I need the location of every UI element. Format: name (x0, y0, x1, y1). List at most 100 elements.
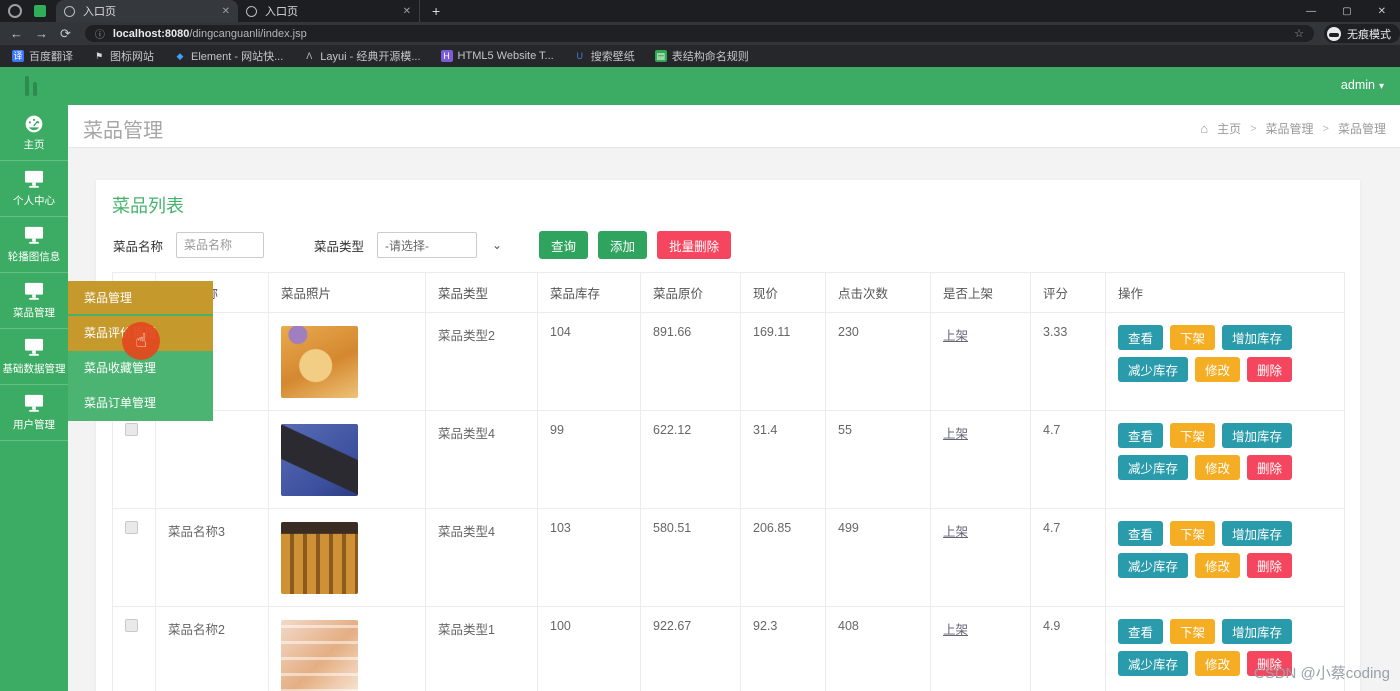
browser-tab[interactable]: 入口页 ✕ (238, 0, 420, 22)
status-link[interactable]: 上架 (943, 427, 968, 441)
dish-now-price-cell: 92.3 (740, 606, 826, 691)
action-view-button[interactable]: 查看 (1118, 619, 1164, 644)
sidebar-item-dish[interactable]: 菜品管理 (0, 273, 68, 329)
action-reduce-stock-button[interactable]: 减少库存 (1118, 651, 1189, 676)
bookmark-item-layui[interactable]: Λ Layui - 经典开源模... (303, 48, 420, 64)
dashboard-icon (22, 114, 46, 134)
browser-toolbar: ← → ⟳ ⓘ localhost:8080 /dingcanguanli/in… (0, 22, 1400, 45)
row-checkbox[interactable] (125, 619, 138, 632)
action-edit-button[interactable]: 修改 (1195, 553, 1241, 578)
action-delete-button[interactable]: 删除 (1247, 553, 1293, 578)
submenu-item-dish-order[interactable]: 菜品订单管理 (68, 386, 213, 421)
bookmark-item-icon-site[interactable]: ⚑ 图标网站 (93, 48, 154, 64)
action-edit-button[interactable]: 修改 (1195, 455, 1241, 480)
table-row: 菜品类型4 99 622.12 31.4 55 上架 4.7 查看 下架 增加库存 减少库存 修改 删除 (112, 410, 1345, 509)
row-checkbox[interactable] (125, 423, 138, 436)
dish-photo (281, 620, 358, 691)
bookmark-item-html5-template[interactable]: H HTML5 Website T... (440, 50, 554, 62)
add-button[interactable]: 添加 (598, 231, 648, 259)
bookmark-star-icon[interactable]: ☆ (1294, 27, 1304, 40)
dish-photo-cell (268, 606, 426, 691)
action-reduce-stock-button[interactable]: 减少库存 (1118, 553, 1189, 578)
incognito-icon (1327, 26, 1341, 41)
action-delete-button[interactable]: 删除 (1247, 357, 1293, 382)
action-reduce-stock-button[interactable]: 减少库存 (1118, 357, 1189, 382)
maximize-icon[interactable]: ▢ (1342, 6, 1351, 17)
action-add-stock-button[interactable]: 增加库存 (1222, 325, 1293, 350)
sidebar-item-label: 主页 (23, 138, 45, 151)
monitor-icon (22, 338, 46, 358)
bookmark-label: Layui - 经典开源模... (320, 51, 421, 63)
new-tab-button[interactable]: + (432, 3, 440, 19)
action-edit-button[interactable]: 修改 (1195, 651, 1241, 676)
sidebar-item-user[interactable]: 用户管理 (0, 385, 68, 441)
action-view-button[interactable]: 查看 (1118, 423, 1164, 448)
table-row: 菜品类型2 104 891.66 169.11 230 上架 3.33 查看 下架 增加库存 减少库… (112, 312, 1348, 411)
pinned-extension-icon[interactable] (34, 5, 46, 17)
tab-close-icon[interactable]: ✕ (222, 6, 230, 17)
action-view-button[interactable]: 查看 (1118, 521, 1164, 546)
sidebar-item-profile[interactable]: 个人中心 (0, 161, 68, 217)
table-header-cell: 菜品照片 (268, 272, 426, 313)
dish-type-cell: 菜品类型4 (425, 508, 538, 607)
dish-price-cell: 580.51 (640, 508, 741, 607)
sidebar-item-label: 基础数据管理 (2, 362, 66, 375)
dish-score-cell: 4.9 (1030, 606, 1106, 691)
dish-name-input[interactable] (176, 232, 265, 258)
table-header-cell: 是否上架 (930, 272, 1031, 313)
forward-icon[interactable]: → (35, 26, 48, 41)
status-link[interactable]: 上架 (943, 525, 968, 539)
bookmark-item-baidu-translate[interactable]: 译百度翻译 (12, 48, 73, 64)
bookmark-label: 搜索壁纸 (590, 51, 635, 63)
action-add-stock-button[interactable]: 增加库存 (1222, 423, 1293, 448)
actions-cell: 查看 下架 增加库存减少库存 修改 删除 (1105, 410, 1345, 509)
action-reduce-stock-button[interactable]: 减少库存 (1118, 455, 1189, 480)
incognito-label: 无痕模式 (1347, 28, 1391, 41)
action-off-shelf-button[interactable]: 下架 (1170, 325, 1216, 350)
page-info-icon[interactable]: ⓘ (95, 26, 105, 41)
dish-now-price-cell: 31.4 (740, 410, 826, 509)
sidebar-item-home[interactable]: 主页 (0, 105, 68, 161)
app-logo-icon[interactable] (25, 76, 37, 96)
action-delete-button[interactable]: 删除 (1247, 455, 1293, 480)
table-header-cell: 现价 (740, 272, 826, 313)
dish-type-select[interactable]: -请选择- ⌄ (377, 232, 502, 258)
back-icon[interactable]: ← (10, 26, 23, 41)
action-edit-button[interactable]: 修改 (1195, 357, 1241, 382)
breadcrumb-item[interactable]: 菜品管理 (1266, 120, 1314, 137)
close-icon[interactable]: ✕ (1378, 6, 1386, 17)
bookmark-item-table-naming[interactable]: ▤ 表结构命名规则 (654, 48, 749, 64)
url-bar[interactable]: ⓘ localhost:8080 /dingcanguanli/index.js… (84, 25, 1314, 42)
sidebar-item-carousel[interactable]: 轮播图信息 (0, 217, 68, 273)
action-view-button[interactable]: 查看 (1118, 325, 1164, 350)
incognito-badge: 无痕模式 (1324, 24, 1400, 43)
bookmark-item-element[interactable]: ◆ Element - 网站快... (174, 48, 284, 64)
dish-name-cell (155, 410, 269, 509)
bookmark-item-wallpaper-search[interactable]: U 搜索壁纸 (574, 48, 635, 64)
breadcrumb-item[interactable]: 菜品管理 (1338, 120, 1386, 137)
status-link[interactable]: 上架 (943, 623, 968, 637)
browser-tab[interactable]: 入口页 ✕ (56, 0, 238, 22)
batch-delete-button[interactable]: 批量删除 (657, 231, 732, 259)
breadcrumb-item[interactable]: 主页 (1217, 120, 1241, 137)
action-off-shelf-button[interactable]: 下架 (1170, 521, 1216, 546)
action-add-stock-button[interactable]: 增加库存 (1222, 521, 1293, 546)
dish-score-cell: 4.7 (1030, 508, 1106, 607)
sidebar-item-base-data[interactable]: 基础数据管理 (0, 329, 68, 385)
breadcrumb-separator: > (1322, 122, 1329, 135)
status-link[interactable]: 上架 (943, 329, 968, 343)
table-body: 菜品类型2 104 891.66 169.11 230 上架 3.33 查看 下架 增加库存 减少库… (112, 312, 1348, 691)
table-naming-icon: ▤ (654, 50, 667, 62)
table-row: 菜品名称3 菜品类型4 103 580.51 206.85 499 上架 4.7 查看 下架 增加库… (112, 508, 1345, 607)
action-off-shelf-button[interactable]: 下架 (1170, 423, 1216, 448)
reload-icon[interactable]: ⟳ (60, 26, 71, 42)
action-add-stock-button[interactable]: 增加库存 (1222, 619, 1293, 644)
minimize-icon[interactable]: — (1306, 6, 1316, 17)
search-button[interactable]: 查询 (539, 231, 589, 259)
submenu-item-dish-manage[interactable]: 菜品管理 (68, 281, 213, 316)
tab-close-icon[interactable]: ✕ (403, 6, 411, 17)
row-checkbox[interactable] (125, 521, 138, 534)
actions-group: 查看 下架 增加库存减少库存 修改 删除 (1118, 325, 1348, 382)
action-off-shelf-button[interactable]: 下架 (1170, 619, 1216, 644)
user-menu[interactable]: admin ▾ (1341, 78, 1384, 92)
